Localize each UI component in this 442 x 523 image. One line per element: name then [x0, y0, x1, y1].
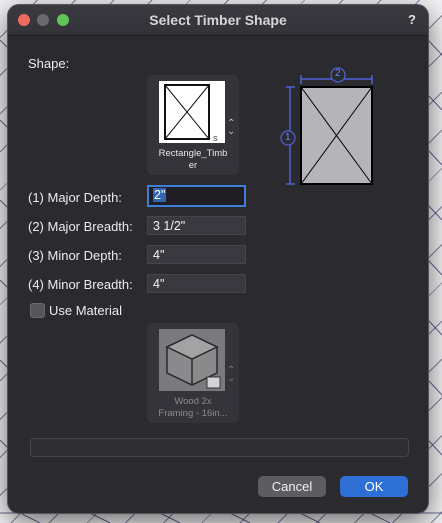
- svg-text:S: S: [213, 136, 218, 143]
- material-name-line2: Framing - 16in...: [158, 408, 228, 419]
- title-bar: Select Timber Shape ?: [8, 5, 428, 36]
- breadth-dimension-label: 2: [335, 68, 341, 79]
- major-breadth-label: (2) Major Breadth:: [28, 219, 133, 234]
- dimension-diagram: [280, 67, 373, 185]
- depth-dimension-label: 1: [285, 132, 291, 143]
- minor-breadth-input[interactable]: 4": [147, 274, 246, 293]
- material-selector-tile[interactable]: Wood 2x Framing - 16in...: [147, 323, 239, 423]
- shape-selector-tile[interactable]: S Rectangle_Timb er: [147, 75, 239, 175]
- dialog-title: Select Timber Shape: [149, 12, 287, 28]
- material-name-line1: Wood 2x: [174, 396, 212, 407]
- progress-bar: [30, 438, 409, 457]
- rectangle-timber-thumbnail: S: [159, 81, 225, 143]
- minor-depth-label: (3) Minor Depth:: [28, 248, 122, 263]
- major-depth-value: 2": [153, 188, 167, 202]
- minor-depth-input[interactable]: 4": [147, 245, 246, 264]
- minor-breadth-label: (4) Minor Breadth:: [28, 277, 133, 292]
- material-name: Wood 2x Framing - 16in...: [147, 396, 239, 420]
- shape-name-line1: Rectangle_Timb: [158, 148, 228, 159]
- major-breadth-input[interactable]: 3 1/2": [147, 216, 246, 235]
- major-depth-input[interactable]: 2": [147, 185, 246, 207]
- select-timber-shape-dialog: Select Timber Shape ? Shape: S Rectangle…: [8, 5, 428, 513]
- help-button[interactable]: ?: [408, 12, 416, 27]
- shape-name-line2: er: [188, 160, 198, 171]
- material-stepper-icon[interactable]: ⌃ ⌄: [227, 366, 235, 384]
- major-depth-label: (1) Major Depth:: [28, 190, 122, 205]
- use-material-label: Use Material: [49, 303, 122, 318]
- shape-name: Rectangle_Timb er: [147, 148, 239, 172]
- use-material-checkbox[interactable]: [30, 303, 45, 318]
- cancel-button[interactable]: Cancel: [258, 476, 326, 497]
- ok-button[interactable]: OK: [340, 476, 408, 497]
- shape-label: Shape:: [28, 56, 70, 71]
- wood-material-thumbnail: [159, 329, 225, 391]
- shape-stepper-icon[interactable]: ⌃ ⌄: [227, 119, 235, 137]
